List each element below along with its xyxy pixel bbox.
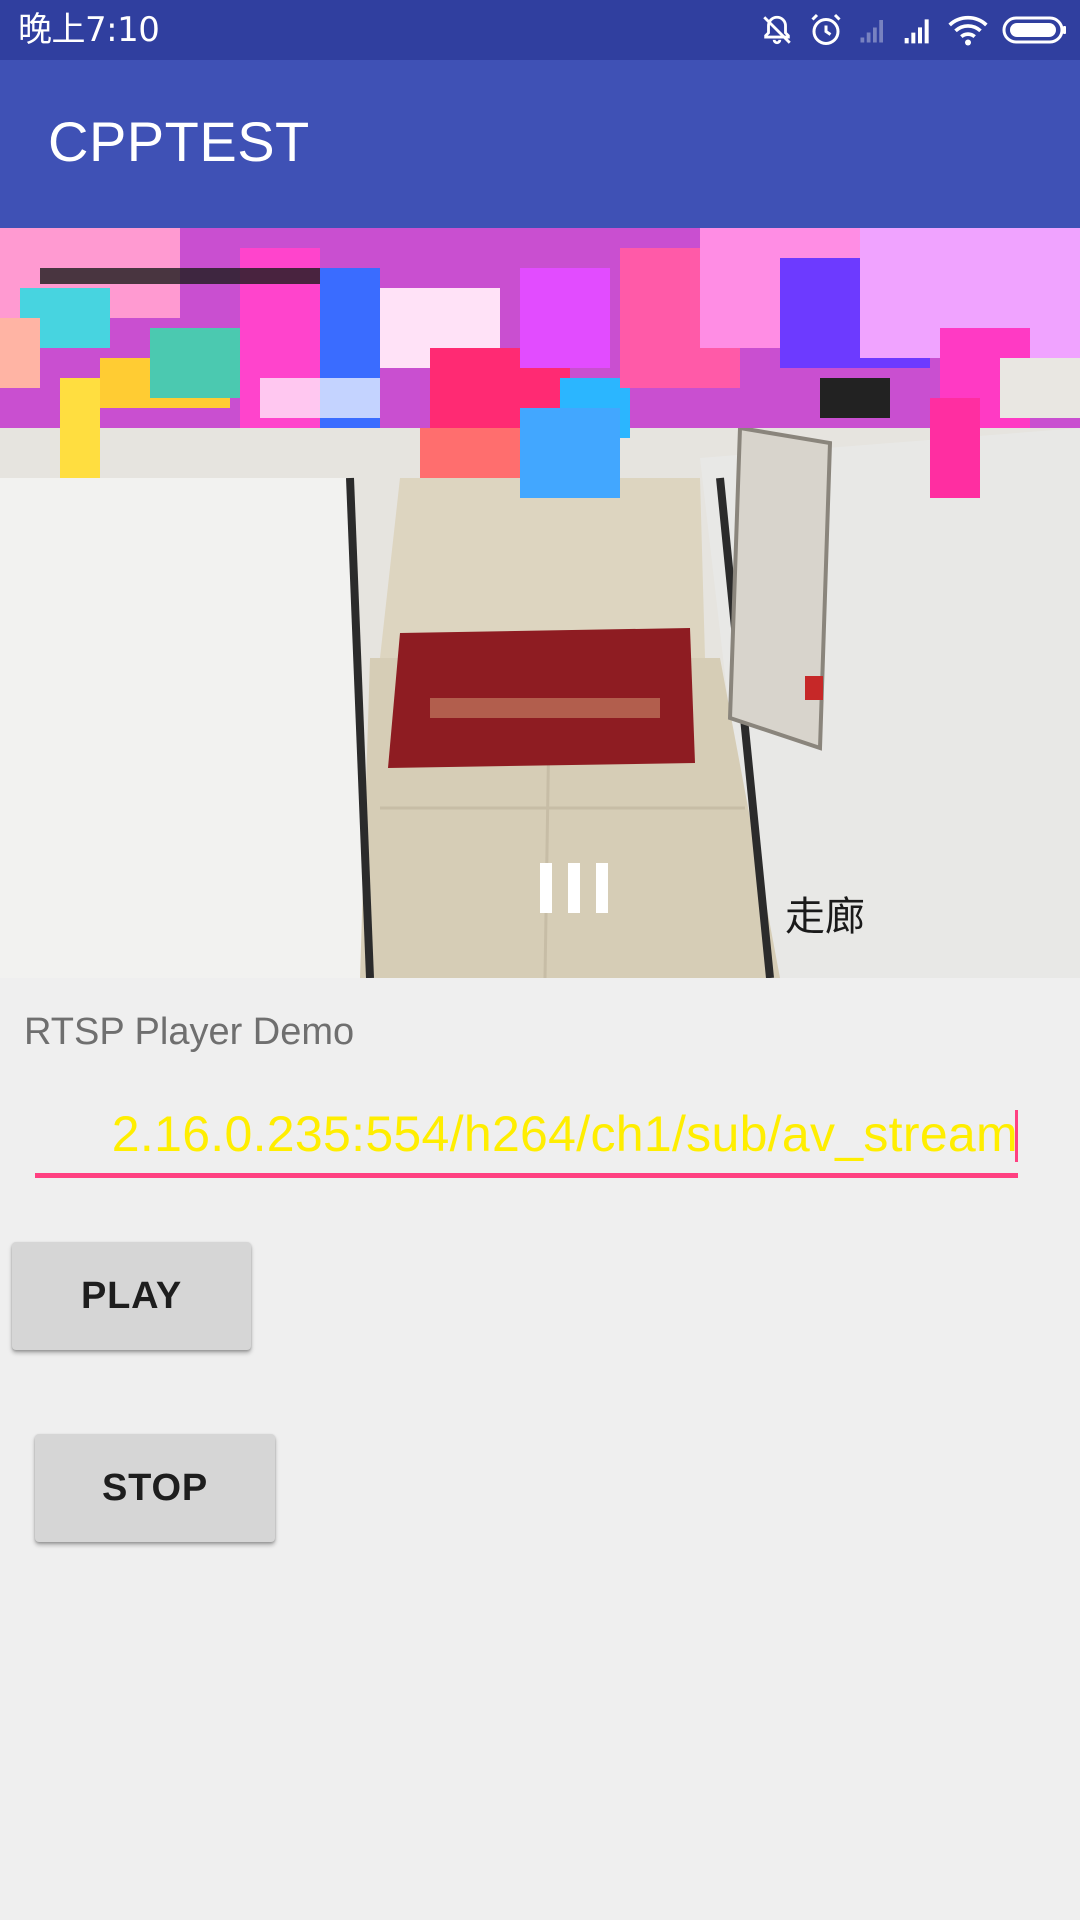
stop-button[interactable]: STOP [35, 1434, 275, 1542]
url-input-underline [35, 1173, 1018, 1178]
wifi-icon [948, 13, 988, 47]
alarm-icon [808, 12, 844, 48]
battery-icon [1002, 15, 1068, 45]
play-button[interactable]: PLAY [12, 1242, 251, 1350]
app-screen: 晚上7:10 CPPTEST 走廊 RTSP Player Demo 2.16.… [0, 0, 1080, 1920]
signal-weak-icon [858, 15, 888, 45]
video-frame [0, 228, 1080, 978]
bell-off-icon [760, 13, 794, 47]
video-overlay-label: 走廊 [785, 894, 865, 940]
status-bar: 晚上7:10 [0, 0, 1080, 60]
text-cursor [1015, 1110, 1018, 1162]
url-input-text[interactable]: 2.16.0.235:554/h264/ch1/sub/av_stream [112, 1104, 1018, 1164]
status-icons [760, 8, 1068, 52]
url-input[interactable]: 2.16.0.235:554/h264/ch1/sub/av_stream [35, 1098, 1018, 1178]
status-time: 晚上7:10 [18, 10, 160, 50]
demo-label: RTSP Player Demo [24, 1011, 355, 1053]
signal-icon [902, 14, 934, 46]
video-surface: 走廊 [0, 228, 1080, 978]
app-toolbar: CPPTEST [0, 60, 1080, 228]
app-title: CPPTEST [48, 110, 310, 173]
